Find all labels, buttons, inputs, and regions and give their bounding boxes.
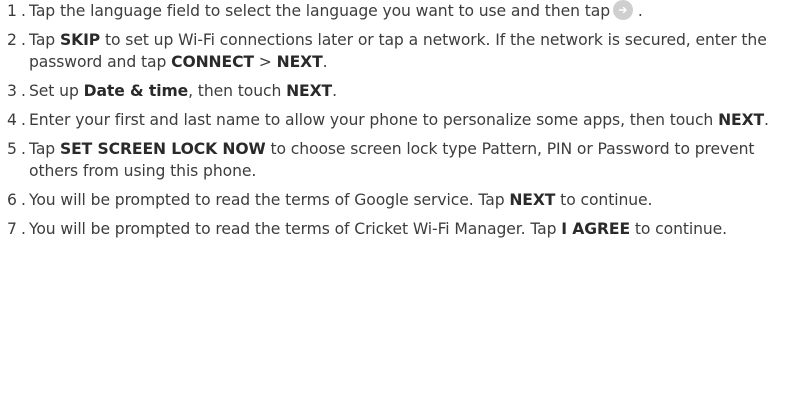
step-text: Tap SKIP to set up Wi-Fi connections lat… [29, 31, 767, 71]
step-text: You will be prompted to read the terms o… [29, 191, 653, 209]
step-number: 3 [7, 82, 17, 100]
step-6: 6. You will be prompted to read the term… [7, 189, 807, 211]
step-number: 4 [7, 111, 17, 129]
step-3: 3. Set up Date & time, then touch NEXT. [7, 80, 807, 102]
step-number: 7 [7, 220, 17, 238]
step-number: 1 [7, 2, 17, 20]
step-1: 1. Tap the language field to select the … [7, 0, 807, 22]
step-text: Tap SET SCREEN LOCK NOW to choose screen… [29, 140, 755, 180]
step-number: 6 [7, 191, 17, 209]
arrow-right-circle-icon [613, 0, 634, 20]
step-number: 2 [7, 31, 17, 49]
setup-steps-list: 1. Tap the language field to select the … [7, 0, 807, 247]
step-7: 7. You will be prompted to read the term… [7, 218, 807, 240]
step-text: Tap the language field to select the lan… [29, 0, 643, 20]
step-number: 5 [7, 140, 17, 158]
step-text: You will be prompted to read the terms o… [29, 220, 728, 238]
step-5: 5. Tap SET SCREEN LOCK NOW to choose scr… [7, 138, 807, 182]
step-4: 4. Enter your first and last name to all… [7, 109, 807, 131]
step-text: Set up Date & time, then touch NEXT. [29, 82, 337, 100]
step-2: 2. Tap SKIP to set up Wi-Fi connections … [7, 29, 807, 73]
step-text: Enter your first and last name to allow … [29, 111, 769, 129]
